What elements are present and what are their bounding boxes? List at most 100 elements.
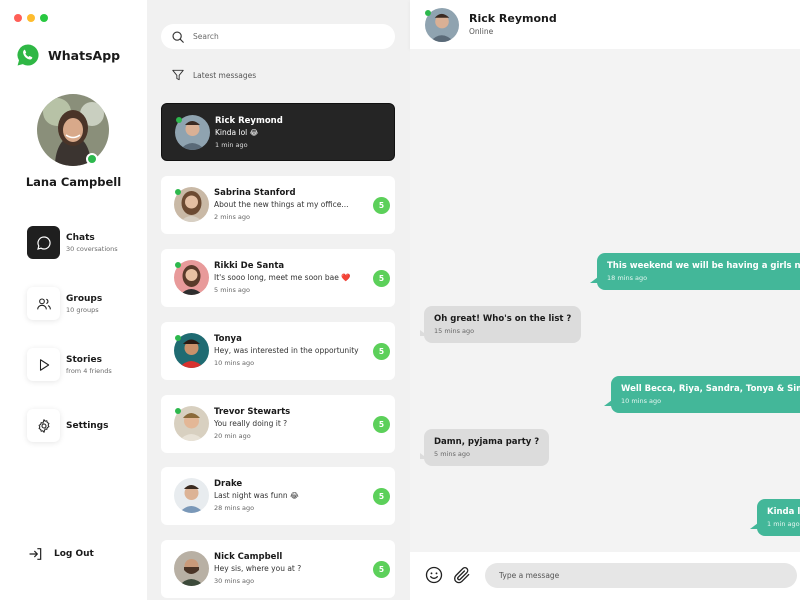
message-input[interactable] (485, 563, 797, 588)
message-list: This weekend we will be having a girls n… (410, 49, 800, 552)
message-bubble-incoming: Oh great! Who's on the list ? 15 mins ag… (424, 306, 582, 343)
contact-status: Online (469, 27, 494, 36)
conversation-header: Rick Reymond Online (410, 0, 800, 49)
avatar (174, 478, 209, 513)
minimize-window-button[interactable] (27, 14, 35, 22)
app-logo: WhatsApp (16, 43, 120, 67)
nav-label: Chats (66, 232, 95, 243)
chat-time: 30 mins ago (214, 577, 255, 585)
search-bar[interactable]: Search (161, 24, 395, 49)
whatsapp-icon (17, 44, 39, 66)
nav-groups[interactable]: Groups 10 groups (27, 287, 102, 320)
chat-name: Rick Reymond (215, 116, 283, 126)
message-bubble-incoming: Damn, pyjama party ? 5 mins ago (424, 429, 550, 466)
chat-time: 1 min ago (215, 141, 248, 149)
nav-label: Stories (66, 354, 102, 365)
message-time: 1 min ago (767, 520, 800, 528)
app-name: WhatsApp (48, 47, 121, 63)
nav-sublabel: from 4 friends (66, 366, 112, 375)
window-controls (14, 14, 48, 22)
chat-item-trevor-stewarts[interactable]: Trevor Stewarts You really doing it ? 20… (161, 395, 395, 453)
unread-badge: 5 (373, 197, 390, 214)
message-text: Well Becca, Riya, Sandra, Tonya & Simi (621, 384, 800, 394)
logout-icon (29, 548, 42, 560)
chat-item-sabrina-stanford[interactable]: Sabrina Stanford About the new things at… (161, 176, 395, 234)
unread-badge: 5 (373, 343, 390, 360)
paperclip-icon[interactable] (452, 565, 472, 585)
message-composer (410, 552, 800, 600)
filter-button[interactable]: Latest messages (171, 68, 256, 82)
logout-label: Log Out (54, 549, 94, 559)
chat-bubble-icon (36, 235, 51, 250)
chat-name: Drake (214, 479, 243, 489)
conversation-panel: Rick Reymond Online This weekend we will… (410, 0, 800, 600)
chat-time: 2 mins ago (214, 213, 250, 221)
unread-badge: 5 (373, 488, 390, 505)
chat-name: Rikki De Santa (214, 261, 285, 271)
chat-preview: Hey sis, where you at ? (214, 564, 302, 573)
search-icon (172, 30, 184, 43)
chat-preview: Kinda lol 😂 (215, 128, 259, 137)
gear-icon (38, 418, 49, 433)
chat-preview: You really doing it ? (214, 419, 288, 428)
chat-item-tonya[interactable]: Tonya Hey, was interested in the opportu… (161, 322, 395, 380)
nav-stories[interactable]: Stories from 4 friends (27, 348, 112, 381)
online-indicator (86, 153, 98, 165)
avatar (174, 551, 209, 586)
emoji-icon[interactable] (424, 565, 444, 585)
chat-item-rick-reymond[interactable]: Rick Reymond Kinda lol 😂 1 min ago (161, 103, 395, 161)
message-bubble-outgoing: This weekend we will be having a girls n… (597, 253, 800, 290)
chat-preview: It's sooo long, meet me soon bae ❤️ (214, 273, 351, 282)
nav-settings[interactable]: Settings (27, 409, 108, 442)
message-time: 5 mins ago (434, 450, 470, 458)
message-text: Damn, pyjama party ? (434, 437, 540, 447)
chat-name: Sabrina Stanford (214, 188, 296, 198)
play-icon (39, 358, 49, 371)
chat-time: 20 min ago (214, 432, 251, 440)
nav-sublabel: 10 groups (66, 305, 99, 314)
chat-item-drake[interactable]: Drake Last night was funn 😂 28 mins ago … (161, 467, 395, 525)
message-text: This weekend we will be having a girls n… (607, 261, 800, 271)
chat-name: Tonya (214, 334, 242, 344)
online-indicator (176, 117, 182, 123)
online-indicator (175, 335, 181, 341)
profile-avatar[interactable] (37, 94, 109, 166)
message-time: 15 mins ago (434, 327, 475, 335)
nav-sublabel: 30 coversations (66, 244, 118, 253)
nav-label: Groups (66, 293, 103, 304)
profile-name: Lana Campbell (25, 175, 122, 189)
unread-badge: 5 (373, 561, 390, 578)
search-input[interactable]: Search (193, 32, 219, 41)
chat-preview: Last night was funn 😂 (214, 491, 299, 500)
message-time: 18 mins ago (607, 274, 648, 282)
chat-name: Trevor Stewarts (214, 407, 291, 417)
online-indicator (175, 262, 181, 268)
unread-badge: 5 (373, 270, 390, 287)
message-bubble-outgoing: Well Becca, Riya, Sandra, Tonya & Simi 1… (611, 376, 800, 413)
chat-preview: Hey, was interested in the opportunity (214, 346, 359, 355)
users-icon (36, 297, 51, 309)
online-indicator (425, 10, 431, 16)
sidebar: WhatsApp Lana Campbell Chats 30 coversat… (0, 0, 147, 600)
chat-time: 10 mins ago (214, 359, 255, 367)
contact-name: Rick Reymond (469, 12, 557, 25)
message-text: Kinda lol 😂 (767, 507, 800, 517)
chat-time: 5 mins ago (214, 286, 250, 294)
chat-list-panel: Search Latest messages Rick Reymond Kind… (147, 0, 410, 600)
logout-button[interactable]: Log Out (28, 546, 94, 562)
maximize-window-button[interactable] (40, 14, 48, 22)
close-window-button[interactable] (14, 14, 22, 22)
chat-name: Nick Campbell (214, 552, 283, 562)
chat-time: 28 mins ago (214, 504, 255, 512)
message-text: Oh great! Who's on the list ? (434, 314, 572, 324)
online-indicator (175, 408, 181, 414)
chat-preview: About the new things at my office... (214, 200, 349, 209)
unread-badge: 5 (373, 416, 390, 433)
filter-icon (172, 69, 184, 81)
nav-chats[interactable]: Chats 30 coversations (27, 226, 118, 259)
chat-item-rikki-de-santa[interactable]: Rikki De Santa It's sooo long, meet me s… (161, 249, 395, 307)
chat-item-nick-campbell[interactable]: Nick Campbell Hey sis, where you at ? 30… (161, 540, 395, 598)
message-bubble-outgoing: Kinda lol 😂 1 min ago (757, 499, 800, 536)
filter-label: Latest messages (193, 70, 257, 80)
nav-label: Settings (66, 420, 109, 431)
